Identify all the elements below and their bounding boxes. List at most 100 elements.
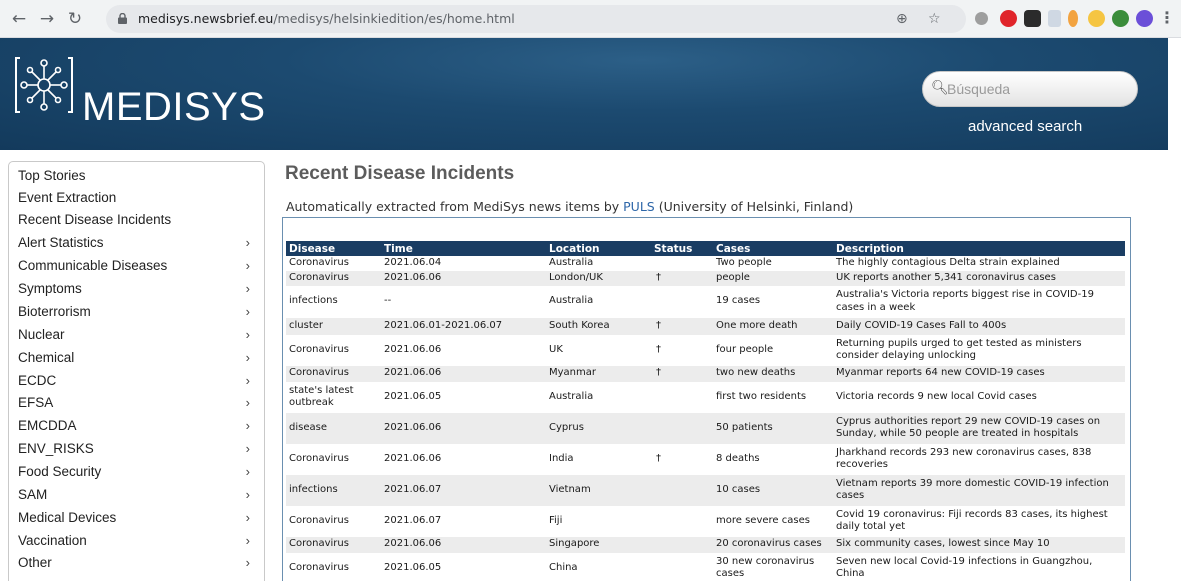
extension-record-icon[interactable]	[975, 12, 988, 25]
zoom-icon[interactable]: ⊕	[896, 11, 908, 27]
extension-clock-icon[interactable]	[1112, 10, 1129, 27]
back-arrow-icon[interactable]: ←	[8, 8, 30, 30]
sidebar-item-label: Alert Statistics	[18, 235, 104, 250]
cell-description-link[interactable]: Seven new local Covid-19 infections in G…	[833, 553, 1125, 581]
url-path: /medisys/helsinkiedition/es/home.html	[273, 11, 515, 26]
sidebar-item-alert-statistics[interactable]: Alert Statistics ›	[18, 235, 256, 257]
sidebar-item-label: Nuclear	[18, 327, 65, 342]
browser-menu-icon[interactable]: ⋮	[1159, 8, 1175, 27]
sidebar-item-efsa[interactable]: EFSA ›	[18, 395, 256, 417]
address-bar[interactable]: medisys.newsbrief.eu/medisys/helsinkiedi…	[106, 5, 966, 33]
reload-icon[interactable]: ↻	[64, 8, 86, 30]
sidebar-item-symptoms[interactable]: Symptoms ›	[18, 281, 256, 303]
cell-description-link[interactable]: Myanmar reports 64 new COVID-19 cases	[833, 365, 1125, 382]
cell-description-link[interactable]: Returning pupils urged to get tested as …	[833, 335, 1125, 366]
forward-arrow-icon[interactable]: →	[36, 8, 58, 30]
chevron-right-icon: ›	[245, 395, 250, 410]
page-scrollbar[interactable]	[1168, 38, 1181, 581]
cell-status	[651, 412, 713, 444]
puls-link[interactable]: PULS	[623, 199, 655, 214]
cell-description-link[interactable]: The highly contagious Delta strain expla…	[833, 256, 1125, 271]
cell-cases: 8 deaths	[716, 452, 760, 464]
sidebar-item-top-stories[interactable]: Top Stories	[18, 168, 256, 190]
chevron-right-icon: ›	[245, 350, 250, 365]
sidebar-item-label: EMCDDA	[18, 418, 77, 433]
column-header-status[interactable]: Status	[651, 241, 713, 256]
column-header-description[interactable]: Description	[833, 241, 1125, 256]
sidebar-item-label: Event Extraction	[18, 190, 117, 205]
cell-disease: Coronavirus	[286, 365, 381, 382]
table-row: disease 2021.06.06 Cyprus 50 patients Cy…	[286, 412, 1125, 444]
search-box[interactable]: 🔍︎	[922, 71, 1138, 107]
extension-hand-icon[interactable]	[1088, 10, 1105, 27]
subtitle-prefix: Automatically extracted from MediSys new…	[286, 199, 624, 214]
cell-location: Australia	[549, 295, 594, 307]
cell-status	[651, 536, 713, 553]
sidebar-item-communicable-diseases[interactable]: Communicable Diseases ›	[18, 258, 256, 280]
sidebar-item-other[interactable]: Other ›	[18, 555, 256, 577]
chevron-right-icon: ›	[245, 441, 250, 456]
cell-cases: four people	[716, 343, 774, 355]
cell-status	[651, 382, 713, 413]
sidebar-item-medical-devices[interactable]: Medical Devices ›	[18, 510, 256, 532]
cell-cases: two new deaths	[713, 365, 833, 382]
cell-disease: Coronavirus	[289, 257, 349, 268]
column-header-cases[interactable]: Cases	[713, 241, 833, 256]
browser-toolbar: ← → ↻ medisys.newsbrief.eu/medisys/helsi…	[0, 0, 1181, 38]
cell-disease: infections	[289, 295, 338, 307]
cell-time: 2021.06.06	[381, 365, 546, 382]
cell-location: India	[549, 452, 574, 464]
cell-description-link[interactable]: Vietnam reports 39 more domestic COVID-1…	[833, 474, 1125, 506]
extension-drop-icon[interactable]	[1068, 10, 1078, 27]
cell-location: China	[549, 561, 578, 573]
table-row: Coronavirus 2021.06.06 London/UK † peopl…	[286, 270, 1125, 286]
table-row: Coronavirus 2021.06.04 Australia Two peo…	[286, 256, 1125, 271]
sidebar-item-label: EFSA	[18, 395, 54, 410]
cell-description-link[interactable]: Victoria records 9 new local Covid cases	[833, 382, 1125, 413]
sidebar-item-emcdda[interactable]: EMCDDA ›	[18, 418, 256, 440]
sidebar-item-nuclear[interactable]: Nuclear ›	[18, 327, 256, 349]
advanced-search-link[interactable]: advanced search	[968, 118, 1082, 135]
cell-location: South Korea	[546, 317, 651, 335]
cell-cases: 10 cases	[713, 474, 833, 506]
cell-status	[651, 506, 713, 537]
sidebar-item-vaccination[interactable]: Vaccination ›	[18, 533, 256, 555]
lock-icon	[118, 13, 127, 24]
cell-status: †	[651, 270, 713, 286]
sidebar-item-event-extraction[interactable]: Event Extraction	[18, 190, 256, 212]
sidebar-item-food-security[interactable]: Food Security ›	[18, 464, 256, 486]
bookmark-star-icon[interactable]: ☆	[928, 11, 941, 27]
cell-location: Singapore	[546, 536, 651, 553]
search-input[interactable]	[947, 80, 1127, 98]
chevron-right-icon: ›	[245, 258, 250, 273]
column-header-location[interactable]: Location	[546, 241, 651, 256]
cell-status	[651, 553, 713, 581]
cell-description-link[interactable]: Covid 19 coronavirus: Fiji records 83 ca…	[833, 506, 1125, 537]
extension-en-icon[interactable]	[1136, 10, 1153, 27]
sidebar-item-bioterrorism[interactable]: Bioterrorism ›	[18, 304, 256, 326]
sidebar-item-env-risks[interactable]: ENV_RISKS ›	[18, 441, 256, 463]
cell-description-link[interactable]: Australia's Victoria reports biggest ris…	[833, 286, 1125, 318]
sidebar-item-ecdc[interactable]: ECDC ›	[18, 373, 256, 395]
sidebar-item-chemical[interactable]: Chemical ›	[18, 350, 256, 372]
sidebar-item-recent-disease-incidents[interactable]: Recent Disease Incidents	[18, 212, 256, 234]
chevron-right-icon: ›	[245, 510, 250, 525]
sidebar-item-label: Chemical	[18, 350, 75, 365]
extension-page-icon[interactable]	[1048, 10, 1061, 27]
page-subtitle: Automatically extracted from MediSys new…	[286, 199, 853, 214]
cell-description-link[interactable]: Six community cases, lowest since May 10	[833, 536, 1125, 553]
site-logo-text[interactable]: MEDISYS	[82, 85, 266, 130]
sidebar-item-sam[interactable]: SAM ›	[18, 487, 256, 509]
cell-description-link[interactable]: Daily COVID-19 Cases Fall to 400s	[833, 317, 1125, 335]
cell-description-link[interactable]: Cyprus authorities report 29 new COVID-1…	[833, 412, 1125, 444]
column-header-disease[interactable]: Disease	[286, 241, 381, 256]
chevron-right-icon: ›	[245, 487, 250, 502]
cell-cases: more severe cases	[716, 514, 810, 526]
cell-description-link[interactable]: Jharkhand records 293 new coronavirus ca…	[833, 444, 1125, 475]
extension-g-icon[interactable]	[1024, 10, 1041, 27]
column-header-time[interactable]: Time	[381, 241, 546, 256]
extension-opera-icon[interactable]	[1000, 10, 1017, 27]
cell-status: †	[656, 343, 661, 355]
cell-description-link[interactable]: UK reports another 5,341 coronavirus cas…	[833, 270, 1125, 286]
cell-disease: Coronavirus	[289, 343, 349, 355]
